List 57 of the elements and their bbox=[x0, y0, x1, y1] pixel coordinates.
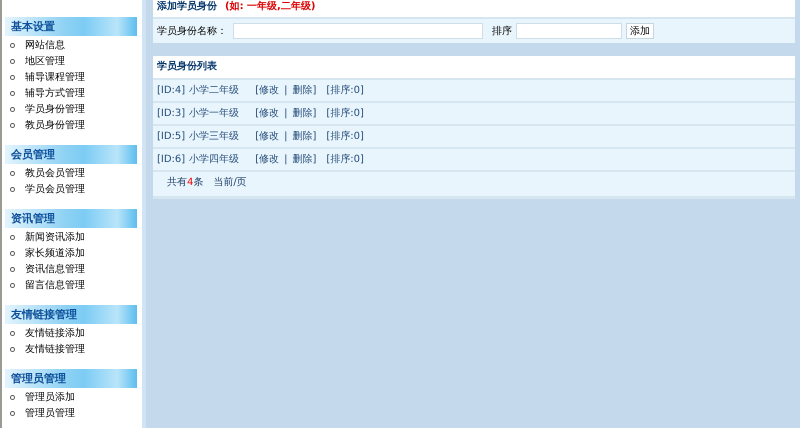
sidebar-item[interactable]: 学员身份管理 bbox=[2, 101, 142, 117]
delete-link[interactable]: 删除] bbox=[292, 126, 316, 147]
sidebar-item[interactable]: 家长频道添加 bbox=[2, 245, 142, 261]
separator-text: | bbox=[284, 153, 288, 167]
panel-title: 学员身份列表 bbox=[157, 61, 217, 72]
separator-text: | bbox=[284, 130, 288, 144]
sidebar-item[interactable]: 网站信息 bbox=[2, 37, 142, 53]
separator-text: | bbox=[284, 107, 288, 121]
edit-link[interactable]: [修改 bbox=[255, 103, 280, 124]
name-label: 学员身份名称： bbox=[157, 25, 227, 38]
sidebar-item[interactable]: 学员会员管理 bbox=[2, 181, 142, 197]
total-prefix: 共有 bbox=[167, 177, 187, 188]
sidebar-section-header: 会员管理 bbox=[5, 145, 137, 164]
sidebar-item[interactable]: 资讯信息管理 bbox=[2, 261, 142, 277]
sidebar-item[interactable]: 教员会员管理 bbox=[2, 165, 142, 181]
sidebar-section-header: 管理员管理 bbox=[5, 369, 137, 388]
row-name: 小学三年级 bbox=[189, 130, 240, 144]
sort-input[interactable] bbox=[516, 23, 622, 39]
sidebar-item[interactable]: 辅导方式管理 bbox=[2, 85, 142, 101]
row-id: [ID:6] bbox=[157, 153, 186, 167]
total-suffix: 条 bbox=[193, 177, 204, 188]
sort-value: [排序:0] bbox=[326, 84, 364, 98]
row-name: 小学四年级 bbox=[189, 152, 240, 167]
edit-link[interactable]: [修改 bbox=[255, 126, 280, 147]
row-id: [ID:5] bbox=[157, 130, 186, 144]
sidebar-section-header: 资讯管理 bbox=[5, 209, 137, 228]
sidebar-item[interactable]: 辅导课程管理 bbox=[2, 69, 142, 85]
sidebar-item[interactable]: 留言信息管理 bbox=[2, 277, 142, 293]
edit-link[interactable]: [修改 bbox=[255, 149, 280, 170]
sidebar-item[interactable]: 友情链接管理 bbox=[2, 341, 142, 357]
hint-text: (如: 一年级,二年级) bbox=[225, 1, 316, 12]
row-name: 小学二年级 bbox=[189, 84, 240, 98]
row-id: [ID:3] bbox=[157, 107, 186, 121]
row-id: [ID:4] bbox=[157, 84, 186, 98]
sidebar-item[interactable]: 友情链接添加 bbox=[2, 325, 142, 341]
sidebar-item[interactable]: 教员身份管理 bbox=[2, 117, 142, 133]
panel-title: 添加学员身份 bbox=[157, 1, 217, 12]
sort-value: [排序:0] bbox=[326, 130, 364, 144]
delete-link[interactable]: 删除] bbox=[292, 149, 316, 170]
name-input[interactable] bbox=[233, 23, 483, 39]
sort-value: [排序:0] bbox=[326, 106, 364, 121]
sidebar-section-header: 友情链接管理 bbox=[5, 305, 137, 324]
sidebar-section-header: 基本设置 bbox=[5, 17, 137, 36]
page-info: 当前/页 bbox=[213, 177, 247, 188]
delete-link[interactable]: 删除] bbox=[292, 103, 316, 124]
separator-text: | bbox=[284, 84, 288, 98]
delete-link[interactable]: 删除] bbox=[292, 80, 316, 101]
sort-value: [排序:0] bbox=[326, 152, 364, 167]
sidebar-item[interactable]: 管理员添加 bbox=[2, 389, 142, 405]
row-name: 小学一年级 bbox=[189, 106, 240, 121]
sidebar-item[interactable]: 管理员管理 bbox=[2, 405, 142, 421]
add-button[interactable]: 添加 bbox=[626, 23, 654, 39]
sidebar-item[interactable]: 地区管理 bbox=[2, 53, 142, 69]
edit-link[interactable]: [修改 bbox=[255, 80, 280, 101]
total-count: 4 bbox=[187, 177, 194, 188]
sidebar-item[interactable]: 新闻资讯添加 bbox=[2, 229, 142, 245]
sort-label: 排序 bbox=[492, 24, 512, 38]
